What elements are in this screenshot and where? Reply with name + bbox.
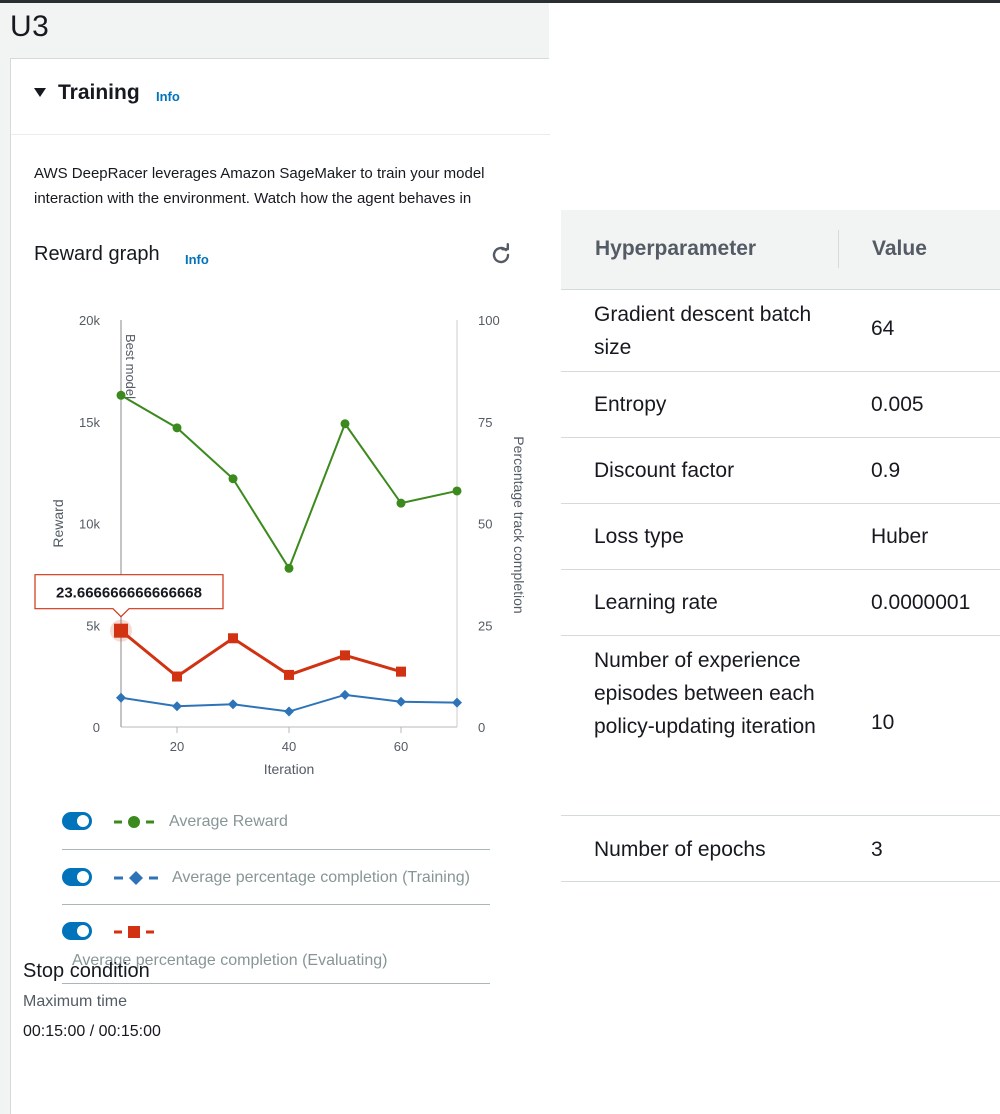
row-value: 0.005	[871, 393, 924, 416]
data-point	[284, 669, 294, 680]
green-circle-line-icon	[114, 816, 154, 828]
row-value: 10	[871, 711, 895, 734]
hyperparameter-table: Hyperparameter Value Gradient descent ba…	[561, 210, 1000, 882]
series-line-2	[120, 629, 402, 679]
y-tick-label: 0	[93, 720, 100, 735]
row-name: Entropy	[594, 393, 667, 416]
y-right-tick-label: 75	[478, 415, 492, 430]
reward-graph-title: Reward graph	[34, 243, 160, 265]
y-tick-label: 15k	[79, 415, 100, 430]
data-point	[340, 689, 350, 700]
y-tick-label: 5k	[86, 618, 100, 633]
data-point	[116, 390, 126, 400]
refresh-icon[interactable]	[489, 243, 513, 267]
table-row: Number of epochs 3	[561, 816, 1000, 882]
description-line-1: AWS DeepRacer leverages Amazon SageMaker…	[34, 165, 485, 182]
data-point	[284, 706, 294, 717]
data-point	[172, 423, 182, 433]
y-tick-label: 10k	[79, 517, 100, 532]
row-value: Huber	[871, 525, 929, 548]
y-right-tick-label: 100	[478, 313, 500, 328]
row-name: Discount factor	[594, 459, 735, 482]
tooltip-text: 23.666666666666668	[56, 585, 202, 602]
toggle-training[interactable]	[62, 868, 92, 886]
training-panel-header[interactable]: Training Info	[11, 59, 550, 135]
row-name: Loss type	[594, 525, 684, 548]
stop-condition-title: Stop condition	[23, 960, 150, 982]
row-value: 64	[871, 317, 895, 340]
data-point	[396, 498, 406, 508]
training-title: Training	[58, 81, 140, 104]
data-point	[452, 486, 462, 496]
toggle-evaluating[interactable]	[62, 922, 92, 940]
best-model-label: Best model	[123, 334, 138, 399]
legend-label-average-reward: Average Reward	[169, 813, 288, 830]
red-square-line-icon	[114, 926, 154, 938]
legend-item-training: Average percentage completion (Training)	[62, 850, 490, 905]
table-row: Discount factor 0.9	[561, 438, 1000, 504]
table-header: Hyperparameter Value	[561, 210, 1000, 290]
data-point	[228, 474, 238, 484]
stop-condition-label: Maximum time	[23, 993, 128, 1010]
blue-diamond-line-icon	[114, 871, 158, 885]
y-tick-label: 20k	[79, 313, 100, 328]
reward-graph-info-link[interactable]: Info	[185, 252, 209, 267]
description-line-2: interaction with the environment. Watch …	[34, 190, 472, 207]
data-point	[228, 699, 238, 710]
row-name: Number of experience episodes between ea…	[594, 649, 816, 738]
x-axis-label: Iteration	[264, 761, 315, 777]
caret-down-icon[interactable]	[34, 88, 46, 97]
column-header-value[interactable]: Value	[872, 237, 927, 261]
table-row: Loss type Huber	[561, 504, 1000, 570]
y-right-tick-label: 0	[478, 720, 485, 735]
row-name: Number of epochs	[594, 838, 766, 861]
data-point	[340, 419, 350, 429]
x-tick-label: 40	[282, 739, 296, 754]
training-info-link[interactable]: Info	[156, 89, 180, 104]
page-title: U3	[10, 10, 50, 43]
table-row: Gradient descent batch size 64	[561, 290, 1000, 372]
y-right-tick-label: 25	[478, 618, 492, 633]
column-divider	[838, 230, 839, 268]
data-point	[396, 696, 406, 707]
data-point	[452, 697, 462, 708]
row-name: Learning rate	[594, 591, 718, 614]
y-right-tick-label: 50	[478, 517, 492, 532]
x-tick-label: 20	[170, 739, 184, 754]
data-point	[396, 666, 406, 677]
legend-item-average-reward: Average Reward	[62, 800, 490, 850]
x-tick-label: 60	[394, 739, 408, 754]
legend-label-training: Average percentage completion (Training)	[172, 869, 470, 886]
training-description: AWS DeepRacer leverages Amazon SageMaker…	[34, 161, 550, 211]
data-point	[340, 650, 350, 661]
reward-chart: 0 5k 10k 15k 20k 0 25 50 75 100 20 40 60 Iteration Rew…	[34, 313, 527, 777]
data-point	[228, 633, 238, 644]
series-line-0	[120, 394, 458, 571]
toggle-average-reward[interactable]	[62, 812, 92, 830]
y-right-axis-label: Percentage track completion	[511, 436, 527, 613]
stop-condition-value: 00:15:00 / 00:15:00	[23, 1023, 161, 1040]
table-row: Entropy 0.005	[561, 372, 1000, 438]
row-value: 0.9	[871, 459, 901, 482]
data-point	[284, 563, 294, 573]
data-point	[172, 701, 182, 712]
row-value: 3	[871, 838, 883, 861]
row-value: 0.0000001	[871, 591, 971, 614]
table-row: Number of experience episodes between ea…	[561, 636, 1000, 816]
column-header-hyperparameter[interactable]: Hyperparameter	[595, 237, 756, 261]
chart-legend: Average Reward Average percentage comple…	[62, 800, 490, 984]
data-point	[114, 623, 128, 638]
data-point	[116, 692, 126, 703]
row-name: Gradient descent batch size	[594, 303, 812, 359]
table-row: Learning rate 0.0000001	[561, 570, 1000, 636]
data-point	[172, 671, 182, 682]
y-axis-label: Reward	[50, 499, 66, 547]
